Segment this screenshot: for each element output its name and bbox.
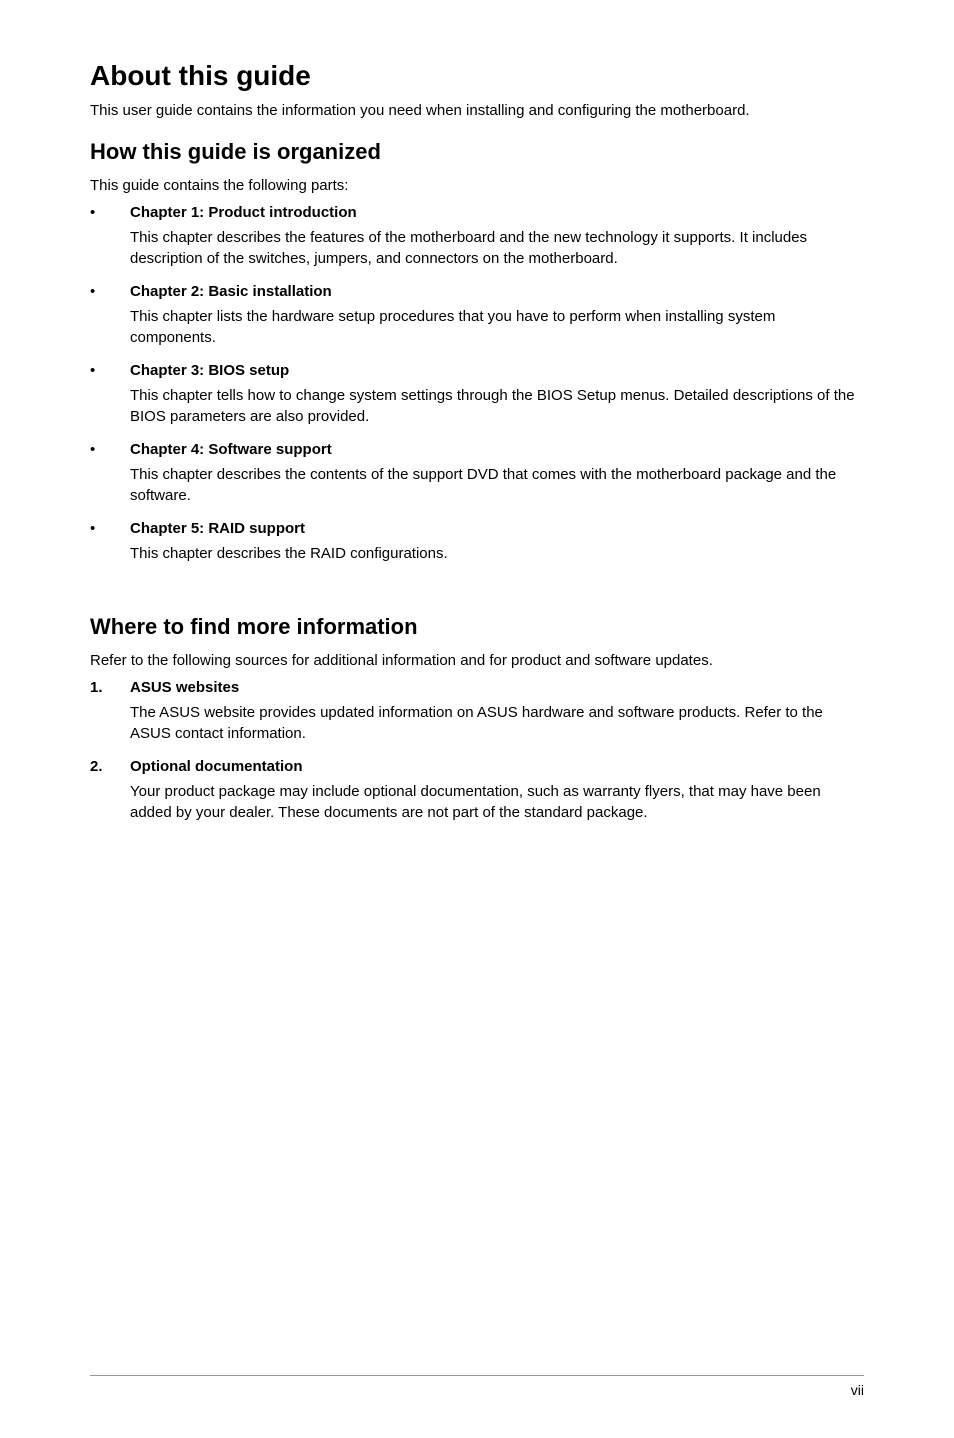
item-number: 1. xyxy=(90,679,130,696)
chapter-label: Chapter 5: RAID support xyxy=(130,520,305,537)
chapter-body: This chapter lists the hardware setup pr… xyxy=(130,306,864,348)
item-label: Optional documentation xyxy=(130,758,303,775)
bullet-icon: • xyxy=(90,362,130,379)
bullet-icon: • xyxy=(90,283,130,300)
chapter-body: This chapter describes the features of t… xyxy=(130,227,864,269)
chapter-item: • Chapter 1: Product introduction xyxy=(90,204,864,221)
info-item: 1. ASUS websites xyxy=(90,679,864,696)
chapter-item: • Chapter 2: Basic installation xyxy=(90,283,864,300)
chapter-label: Chapter 1: Product introduction xyxy=(130,204,357,221)
page-footer: vii xyxy=(90,1375,864,1398)
chapter-item: • Chapter 4: Software support xyxy=(90,441,864,458)
bullet-icon: • xyxy=(90,441,130,458)
section2-heading: Where to find more information xyxy=(90,614,864,640)
chapter-body: This chapter describes the contents of t… xyxy=(130,464,864,506)
section2-lead: Refer to the following sources for addit… xyxy=(90,652,864,669)
page-intro: This user guide contains the information… xyxy=(90,100,864,121)
item-body: The ASUS website provides updated inform… xyxy=(130,702,864,744)
chapter-label: Chapter 2: Basic installation xyxy=(130,283,332,300)
bullet-icon: • xyxy=(90,520,130,537)
bullet-icon: • xyxy=(90,204,130,221)
chapter-item: • Chapter 3: BIOS setup xyxy=(90,362,864,379)
info-item: 2. Optional documentation xyxy=(90,758,864,775)
chapter-label: Chapter 4: Software support xyxy=(130,441,332,458)
section1-heading: How this guide is organized xyxy=(90,139,864,165)
item-body: Your product package may include optiona… xyxy=(130,781,864,823)
section1-lead: This guide contains the following parts: xyxy=(90,177,864,194)
chapter-body: This chapter describes the RAID configur… xyxy=(130,543,864,564)
page-number: vii xyxy=(851,1382,864,1398)
chapter-label: Chapter 3: BIOS setup xyxy=(130,362,289,379)
item-label: ASUS websites xyxy=(130,679,239,696)
item-number: 2. xyxy=(90,758,130,775)
chapter-item: • Chapter 5: RAID support xyxy=(90,520,864,537)
page-title: About this guide xyxy=(90,60,864,92)
chapter-body: This chapter tells how to change system … xyxy=(130,385,864,427)
